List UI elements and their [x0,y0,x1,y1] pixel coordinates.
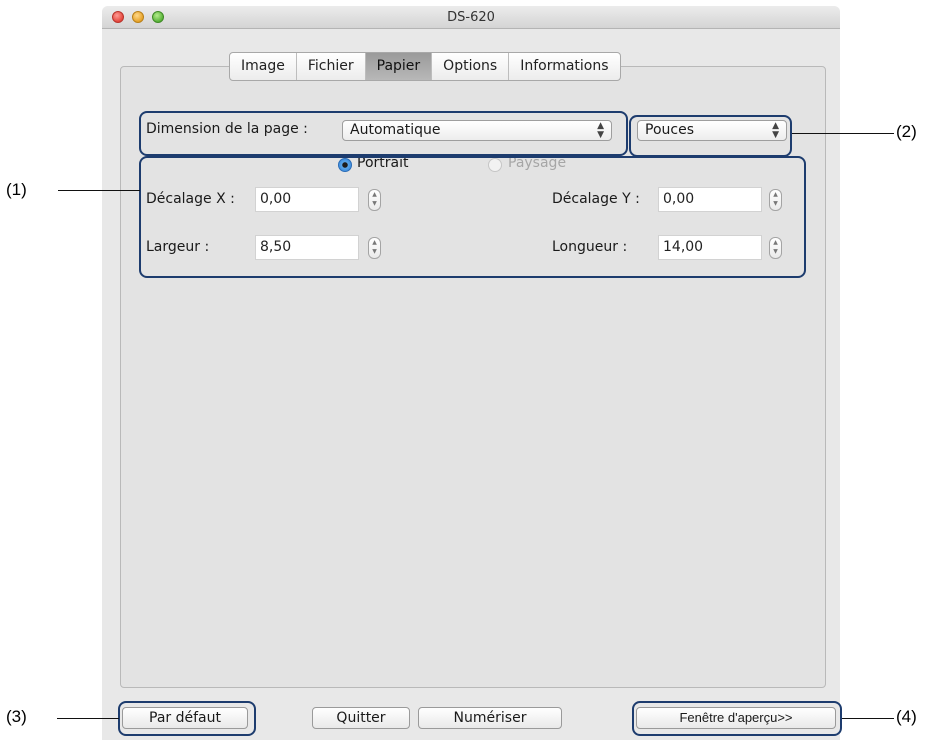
quit-button[interactable]: Quitter [312,707,410,729]
callout-3-leader [57,718,119,719]
callout-1-leader [58,190,140,191]
callout-3-box [118,701,256,736]
title-bar[interactable]: DS-620 [102,6,840,29]
tab-image[interactable]: Image [230,53,297,80]
callout-1-label: (1) [6,180,27,199]
callout-2-box [629,115,792,157]
callout-4-label: (4) [896,707,917,726]
callout-3-label: (3) [6,707,27,726]
callout-2-leader [792,133,894,134]
tab-options[interactable]: Options [432,53,510,80]
scan-button[interactable]: Numériser [418,707,562,729]
tab-informations[interactable]: Informations [509,53,619,80]
callout-2-label: (2) [896,122,917,141]
tab-papier[interactable]: Papier [365,53,433,80]
tab-fichier[interactable]: Fichier [297,53,366,80]
callout-1-box-top [139,111,628,156]
callout-4-box [632,701,842,736]
callout-1-box-bottom [139,156,806,278]
window-title: DS-620 [447,10,495,25]
callout-4-leader [842,718,894,719]
tab-bar: Image Fichier Papier Options Information… [229,52,621,81]
